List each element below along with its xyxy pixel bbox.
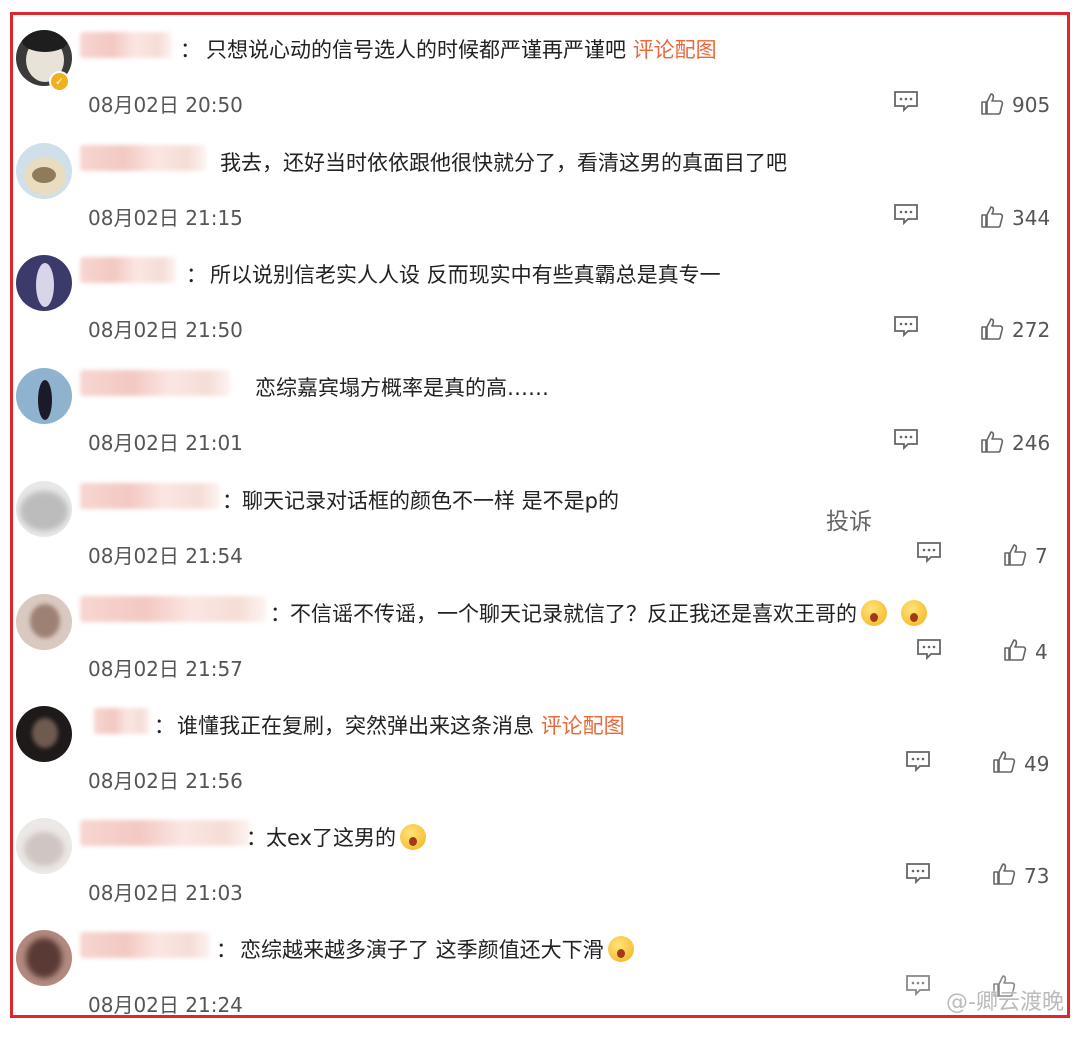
comment-text: 恋综嘉宾塌方概率是真的高…… xyxy=(255,372,549,402)
colon: ： xyxy=(270,602,291,626)
comment-date: 08月02日 21:15 xyxy=(88,206,243,230)
comment-date: 08月02日 21:57 xyxy=(88,657,243,681)
avatar[interactable] xyxy=(16,481,72,537)
comment-date: 08月02日 21:24 xyxy=(88,993,243,1017)
comment-item: ✓ ： 只想说心动的信号选人的时候都严谨再严谨吧 评论配图 08月02日 20:… xyxy=(0,30,1080,142)
avatar[interactable] xyxy=(16,706,72,762)
username-blurred[interactable] xyxy=(80,370,230,396)
comment-item: 恋综嘉宾塌方概率是真的高…… 08月02日 21:01 246 xyxy=(0,368,1080,480)
verified-badge-icon: ✓ xyxy=(49,71,70,92)
thumbs-up-icon[interactable] xyxy=(980,430,1004,454)
thumbs-up-icon[interactable] xyxy=(1003,543,1027,567)
avatar[interactable] xyxy=(16,930,72,986)
username-blurred[interactable] xyxy=(80,32,172,58)
scream-emoji-icon xyxy=(901,600,927,626)
comment-icon[interactable] xyxy=(893,428,919,450)
comment-body: 太ex了这男的 xyxy=(266,826,396,850)
avatar[interactable] xyxy=(16,368,72,424)
comment-body: 谁懂我正在复刷，突然弹出来这条消息 xyxy=(177,714,534,738)
comment-body: 恋综越来越多演子了 这季颜值还大下滑 xyxy=(240,938,604,962)
comment-body: 我去，还好当时依依跟他很快就分了，看清这男的真面目了吧 xyxy=(220,151,787,175)
comment-date: 08月02日 21:56 xyxy=(88,769,243,793)
comment-text: 只想说心动的信号选人的时候都严谨再严谨吧 评论配图 xyxy=(206,34,717,64)
thumbs-up-icon[interactable] xyxy=(992,750,1016,774)
comment-icon[interactable] xyxy=(916,638,942,660)
username-blurred[interactable] xyxy=(94,708,150,734)
like-count: 344 xyxy=(1012,206,1051,230)
colon: ： xyxy=(216,938,237,962)
comment-text: 恋综越来越多演子了 这季颜值还大下滑 xyxy=(240,934,634,964)
comment-body: 只想说心动的信号选人的时候都严谨再严谨吧 xyxy=(206,38,626,62)
avatar[interactable] xyxy=(16,818,72,874)
comment-item: ： 所以说别信老实人人设 反而现实中有些真霸总是真专一 08月02日 21:50… xyxy=(0,255,1080,367)
username-blurred[interactable] xyxy=(80,932,210,958)
comment-item: ： 谁懂我正在复刷，突然弹出来这条消息 评论配图 08月02日 21:56 49 xyxy=(0,706,1080,818)
scream-emoji-icon xyxy=(861,600,887,626)
sweat-emoji-icon xyxy=(607,936,634,962)
thumbs-up-icon[interactable] xyxy=(980,92,1004,116)
like-count: 272 xyxy=(1012,318,1051,342)
username-blurred[interactable] xyxy=(80,145,206,171)
watermark: @-卿云渡晚 xyxy=(946,990,1064,1015)
comment-text: 我去，还好当时依依跟他很快就分了，看清这男的真面目了吧 xyxy=(220,147,787,177)
comment-image-link[interactable]: 评论配图 xyxy=(541,714,625,738)
username-blurred[interactable] xyxy=(80,596,266,622)
colon: ： xyxy=(222,489,243,513)
comment-date: 08月02日 21:54 xyxy=(88,544,243,568)
like-count: 49 xyxy=(1024,752,1050,776)
comment-body: 聊天记录对话框的颜色不一样 是不是p的 xyxy=(242,489,620,513)
username-blurred[interactable] xyxy=(80,257,176,283)
thumbs-up-icon[interactable] xyxy=(980,317,1004,341)
comment-icon[interactable] xyxy=(905,750,931,772)
comment-icon[interactable] xyxy=(893,315,919,337)
comment-item: 我去，还好当时依依跟他很快就分了，看清这男的真面目了吧 08月02日 21:15… xyxy=(0,143,1080,255)
comment-item: ： 聊天记录对话框的颜色不一样 是不是p的 08月02日 21:54 7 xyxy=(0,481,1080,593)
like-count: 7 xyxy=(1035,544,1048,568)
comment-text: 谁懂我正在复刷，突然弹出来这条消息 评论配图 xyxy=(177,710,625,740)
comment-text: 所以说别信老实人人设 反而现实中有些真霸总是真专一 xyxy=(210,259,721,289)
colon: ： xyxy=(186,263,207,287)
like-count: 4 xyxy=(1035,640,1048,664)
comment-icon[interactable] xyxy=(893,90,919,112)
thumbs-up-icon[interactable] xyxy=(1003,638,1027,662)
comment-item: ： 不信谣不传谣，一个聊天记录就信了？反正我还是喜欢王哥的 08月02日 21:… xyxy=(0,594,1080,706)
comment-icon[interactable] xyxy=(893,203,919,225)
comment-image-link[interactable]: 评论配图 xyxy=(633,38,717,62)
colon: ： xyxy=(180,38,201,62)
comment-icon[interactable] xyxy=(916,541,942,563)
comment-text: 太ex了这男的 xyxy=(266,822,426,852)
avatar[interactable] xyxy=(16,594,72,650)
comment-body: 恋综嘉宾塌方概率是真的高…… xyxy=(255,376,549,400)
comment-date: 08月02日 21:50 xyxy=(88,318,243,342)
thumbs-up-icon[interactable] xyxy=(992,862,1016,886)
like-count: 246 xyxy=(1012,431,1051,455)
comment-icon[interactable] xyxy=(905,974,931,996)
comment-date: 08月02日 20:50 xyxy=(88,93,243,117)
comment-date: 08月02日 21:03 xyxy=(88,881,243,905)
comment-item: ： 恋综越来越多演子了 这季颜值还大下滑 08月02日 21:24 xyxy=(0,930,1080,1042)
avatar[interactable] xyxy=(16,143,72,199)
comment-date: 08月02日 21:01 xyxy=(88,431,243,455)
comment-text: 不信谣不传谣，一个聊天记录就信了？反正我还是喜欢王哥的 xyxy=(290,598,927,628)
comment-body: 所以说别信老实人人设 反而现实中有些真霸总是真专一 xyxy=(210,263,721,287)
like-count: 905 xyxy=(1012,93,1051,117)
like-count: 73 xyxy=(1024,864,1050,888)
avatar[interactable] xyxy=(16,255,72,311)
astonished-emoji-icon xyxy=(399,824,426,850)
comment-body: 不信谣不传谣，一个聊天记录就信了？反正我还是喜欢王哥的 xyxy=(290,602,857,626)
comment-item: ： 太ex了这男的 08月02日 21:03 73 xyxy=(0,818,1080,930)
thumbs-up-icon[interactable] xyxy=(980,205,1004,229)
comment-text: 聊天记录对话框的颜色不一样 是不是p的 xyxy=(242,485,619,515)
username-blurred[interactable] xyxy=(80,483,220,509)
colon: ： xyxy=(154,714,175,738)
comment-icon[interactable] xyxy=(905,862,931,884)
username-blurred[interactable] xyxy=(80,820,250,846)
report-button[interactable]: 投诉 xyxy=(826,502,872,536)
colon: ： xyxy=(246,826,267,850)
